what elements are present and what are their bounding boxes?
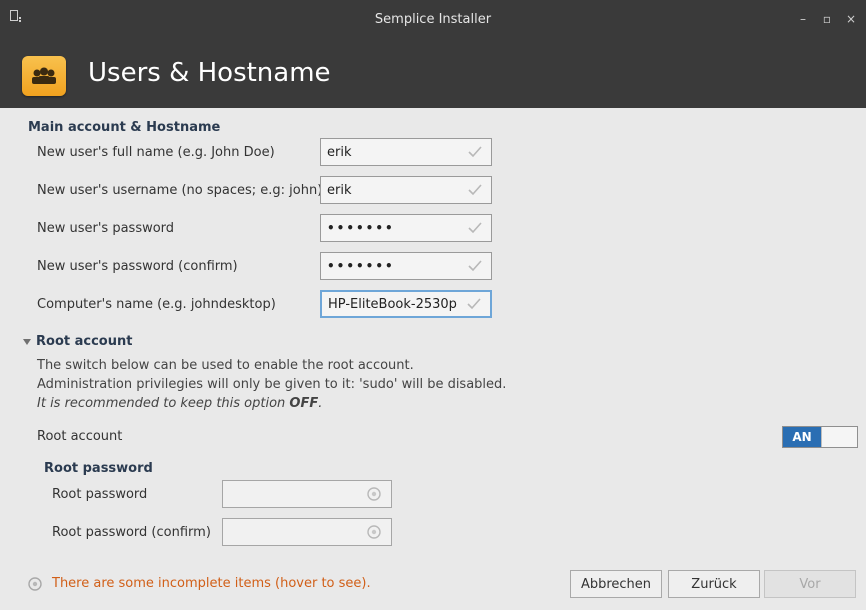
computer-name-value: HP-EliteBook-2530p [328,296,457,312]
root-account-expander[interactable]: Root account [22,334,132,349]
recommend-strong: OFF [289,396,319,411]
full-name-value: erik [327,144,352,160]
password-confirm-label: New user's password (confirm) [37,259,238,274]
page-header: Users & Hostname [0,40,866,108]
back-button[interactable]: Zurück [668,570,760,598]
username-input[interactable]: erik [320,176,492,204]
switch-knob [821,427,857,447]
window-controls: – ▫ × [796,12,858,26]
incomplete-status[interactable]: There are some incomplete items (hover t… [28,576,371,591]
status-message: There are some incomplete items (hover t… [52,576,371,591]
username-label: New user's username (no spaces; e.g: joh… [37,183,323,198]
computer-name-input[interactable]: HP-EliteBook-2530p [320,290,492,318]
check-icon [468,222,482,234]
page-title: Users & Hostname [88,58,331,88]
next-button[interactable]: Vor [764,570,856,598]
check-icon [468,184,482,196]
cancel-button[interactable]: Abbrechen [570,570,662,598]
password-confirm-input[interactable]: ••••••• [320,252,492,280]
title-bar: Semplice Installer – ▫ × [0,0,866,40]
password-input[interactable]: ••••••• [320,214,492,242]
pending-icon [367,525,381,539]
recommend-suffix: . [318,396,323,411]
root-password-input[interactable] [222,480,392,508]
full-name-input[interactable]: erik [320,138,492,166]
pending-icon [367,487,381,501]
computer-name-label: Computer's name (e.g. johndesktop) [37,297,276,312]
root-password-title: Root password [44,461,153,476]
root-account-title: Root account [36,334,133,349]
root-account-switch-label: Root account [37,429,123,444]
triangle-down-icon [23,338,31,345]
root-account-switch[interactable]: AN [782,426,858,448]
warning-icon [28,576,42,591]
root-password-confirm-input[interactable] [222,518,392,546]
root-recommendation: It is recommended to keep this option OF… [37,396,322,411]
full-name-label: New user's full name (e.g. John Doe) [37,145,275,160]
maximize-button[interactable]: ▫ [820,12,834,26]
main-content: Main account & Hostname New user's full … [0,108,866,610]
switch-state-label: AN [783,427,821,447]
root-description-line-1: The switch below can be used to enable t… [37,358,414,373]
check-icon [467,298,481,310]
window-title: Semplice Installer [374,12,492,27]
password-label: New user's password [37,221,175,236]
username-value: erik [327,182,352,198]
installer-window: Semplice Installer – ▫ × Users & Hostnam… [0,0,866,610]
password-value: ••••••• [327,221,395,235]
recommend-prefix: It is recommended to keep this option [37,396,290,411]
root-password-confirm-label: Root password (confirm) [52,525,211,540]
root-password-label: Root password [52,487,148,502]
minimize-button[interactable]: – [796,12,810,26]
password-confirm-value: ••••••• [327,259,395,273]
check-icon [468,260,482,272]
root-description-line-2: Administration privilegies will only be … [37,377,507,392]
check-icon [468,146,482,158]
main-account-title: Main account & Hostname [28,120,221,135]
users-icon [22,56,66,96]
close-button[interactable]: × [844,12,858,26]
